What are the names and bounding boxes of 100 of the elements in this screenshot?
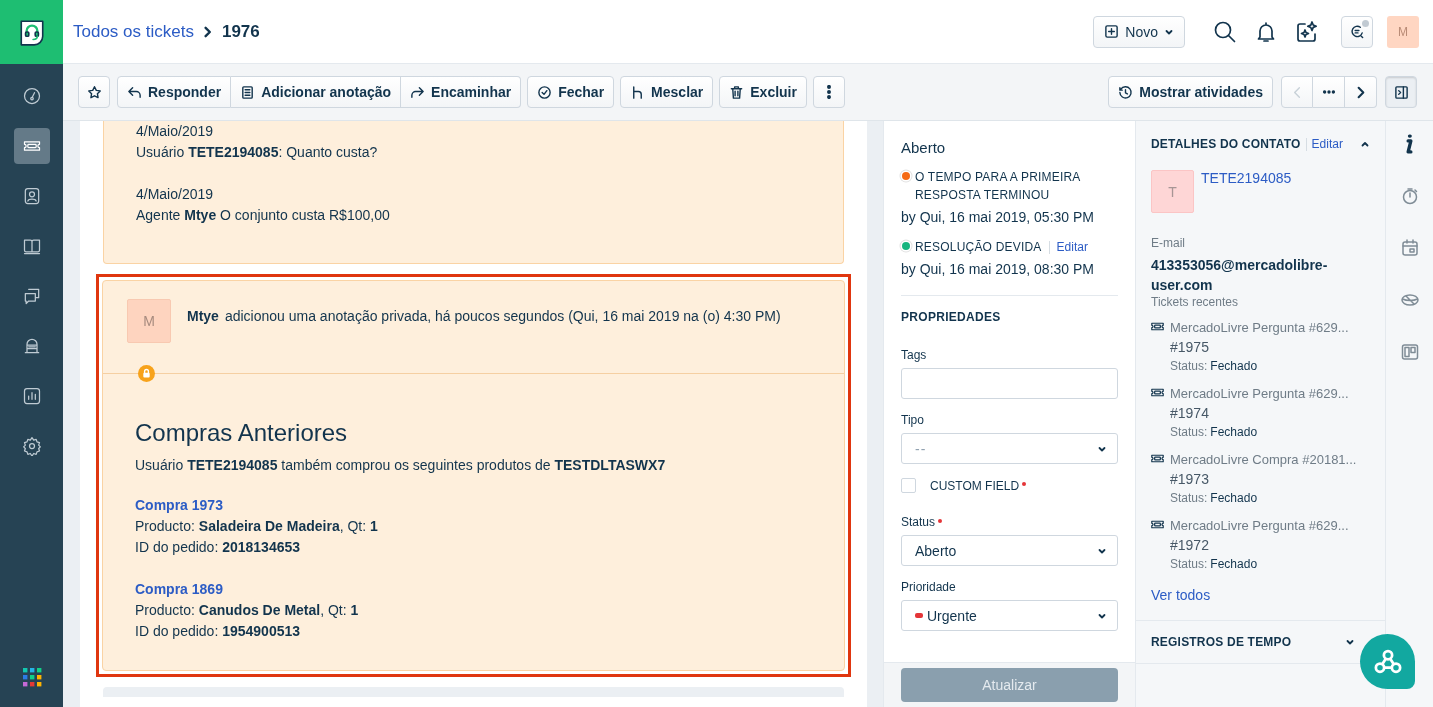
dropdown[interactable]: Urgente xyxy=(901,600,1118,631)
plus-square-icon xyxy=(1104,24,1120,39)
status-value: Fechado xyxy=(1210,358,1258,375)
settings-icon xyxy=(21,436,42,456)
toolbar-button[interactable]: Adicionar anotação xyxy=(231,76,402,108)
bar-chart-icon xyxy=(21,386,42,406)
section-title: DETALHES DO CONTATO xyxy=(1151,137,1301,151)
ticket-number: 1976 xyxy=(221,21,260,42)
star-icon xyxy=(86,84,102,100)
activity-button[interactable]: Mostrar atividades xyxy=(1108,76,1273,108)
ellipsis-icon xyxy=(1322,90,1335,94)
message-text: Usuário TETE2194085: Quanto custa? xyxy=(136,143,379,162)
field-label: CUSTOM FIELD xyxy=(930,478,1020,493)
section-title: REGISTROS DE TEMPO xyxy=(1151,635,1292,649)
reply-arrow-icon xyxy=(127,84,142,100)
field-label: Prioridade xyxy=(901,580,956,594)
field-label: E-mail xyxy=(1150,236,1186,250)
field-label: Tags xyxy=(901,348,927,362)
search-icon[interactable] xyxy=(1213,19,1237,44)
chat-button[interactable] xyxy=(1341,15,1373,48)
more-button[interactable] xyxy=(812,76,845,108)
chevron-down-icon[interactable] xyxy=(1345,637,1355,647)
check-circle-icon xyxy=(537,84,553,100)
status-value: Fechado xyxy=(1210,556,1258,573)
clock-icon xyxy=(1118,84,1134,100)
calendar-icon xyxy=(1399,238,1420,258)
note-icon xyxy=(240,84,256,100)
order-id-text: ID do pedido: 2018134653 xyxy=(135,538,302,557)
view-all-link[interactable]: Ver todos xyxy=(1136,587,1385,603)
contact-name-link[interactable]: TETE2194085 xyxy=(1201,170,1292,213)
purchase-link[interactable]: Compra 1973 xyxy=(135,495,223,516)
ticket-number: #1972 xyxy=(1170,536,1210,555)
product-text: Producto: Canudos De Metal, Qt: 1 xyxy=(135,601,360,620)
email-address: 413353056@mercadolibre-user.com xyxy=(1150,256,1329,295)
due-date: by Qui, 16 mai 2019, 08:30 PM xyxy=(901,261,1095,277)
product-text: Producto: Saladeira De Madeira, Qt: 1 xyxy=(135,517,379,536)
due-date: by Qui, 16 mai 2019, 05:30 PM xyxy=(901,209,1095,225)
recent-ticket-link[interactable]: MercadoLivre Pergunta #629... xyxy=(1170,517,1349,535)
sidebar-panel-icon xyxy=(1393,84,1409,100)
note-title: Compras Anteriores xyxy=(135,418,349,448)
ticket-number: #1974 xyxy=(1170,404,1210,423)
panel-toggle-button[interactable] xyxy=(1385,76,1417,108)
tags-input[interactable] xyxy=(901,368,1118,399)
note-text: Usuário TETE2194085 também comprou os seguintes produtos de TESTDLTASWX7 xyxy=(135,456,667,475)
order-id-text: ID do pedido: 1954900513 xyxy=(135,622,302,641)
ticket-icon xyxy=(1151,321,1164,332)
ticket-status: Aberto xyxy=(901,139,947,156)
chevron-up-icon[interactable] xyxy=(1360,139,1370,149)
sparkles-icon[interactable] xyxy=(1295,19,1319,44)
recent-ticket-link[interactable]: MercadoLivre Pergunta #629... xyxy=(1170,385,1349,403)
next-button[interactable] xyxy=(1345,76,1377,108)
side-tab[interactable] xyxy=(1406,134,1413,154)
ticket-icon xyxy=(1151,519,1164,530)
toolbar-button[interactable]: Responder xyxy=(117,76,232,108)
field-label: Tipo xyxy=(901,413,924,427)
toolbar-button[interactable]: Fechar xyxy=(527,76,615,108)
nav-item[interactable] xyxy=(13,128,50,164)
breadcrumb-link[interactable]: Todos os tickets xyxy=(73,21,194,42)
recent-ticket-link[interactable]: MercadoLivre Compra #20181... xyxy=(1170,451,1357,469)
checkbox[interactable] xyxy=(901,478,916,493)
gauge-icon xyxy=(21,86,42,106)
purchase-link[interactable]: Compra 1869 xyxy=(135,579,223,600)
board-icon xyxy=(1399,342,1420,362)
status-value: Fechado xyxy=(1210,424,1258,441)
toolbar-button[interactable]: Excluir xyxy=(719,76,807,108)
chat-icon xyxy=(1349,24,1365,39)
contact-avatar: T xyxy=(1151,170,1194,213)
status-label: Status: xyxy=(1170,424,1208,441)
author-avatar: M xyxy=(127,299,171,343)
status-label: Status: xyxy=(1170,358,1208,375)
toolbar-button[interactable]: Mesclar xyxy=(620,76,714,108)
status-value: Fechado xyxy=(1210,490,1258,507)
forward-arrow-icon xyxy=(410,84,426,100)
recent-ticket-link[interactable]: MercadoLivre Pergunta #629... xyxy=(1170,319,1349,337)
section-title: PROPRIEDADES xyxy=(901,310,1002,324)
message-date: 4/Maio/2019 xyxy=(136,185,215,204)
chevron-right-icon xyxy=(201,25,214,38)
field-label: Tickets recentes xyxy=(1150,295,1239,309)
toolbar-button[interactable]: Encaminhar xyxy=(401,76,522,108)
status-label: Status: xyxy=(1170,490,1208,507)
ticket-icon xyxy=(1151,387,1164,398)
dropdown[interactable]: Aberto xyxy=(901,535,1118,566)
trash-icon xyxy=(729,84,745,100)
field-label: Status xyxy=(901,515,936,529)
ticket-number: #1975 xyxy=(1170,338,1210,357)
apps-grid-icon[interactable] xyxy=(21,667,42,687)
status-label: Status: xyxy=(1170,556,1208,573)
note-timestamp: adicionou uma anotação privada, há poucos segundos (Qui, 16 mai 2019 na (o) 4:30 PM) xyxy=(224,308,781,324)
ticket-number: #1973 xyxy=(1170,470,1210,489)
edit-link[interactable]: Editar xyxy=(1311,135,1343,153)
message-date: 4/Maio/2019 xyxy=(136,122,215,141)
kebab-menu-icon xyxy=(826,85,831,99)
author-name: Mtye xyxy=(187,308,219,324)
new-button[interactable]: Novo xyxy=(1093,15,1185,48)
info-icon xyxy=(1406,134,1413,154)
message-text: Agente Mtye O conjunto custa R$100,00 xyxy=(136,206,391,225)
ticket-icon xyxy=(1151,453,1164,464)
more-button[interactable] xyxy=(1313,76,1345,108)
star-button[interactable] xyxy=(78,76,110,108)
edit-link[interactable]: Editar xyxy=(1056,238,1088,256)
